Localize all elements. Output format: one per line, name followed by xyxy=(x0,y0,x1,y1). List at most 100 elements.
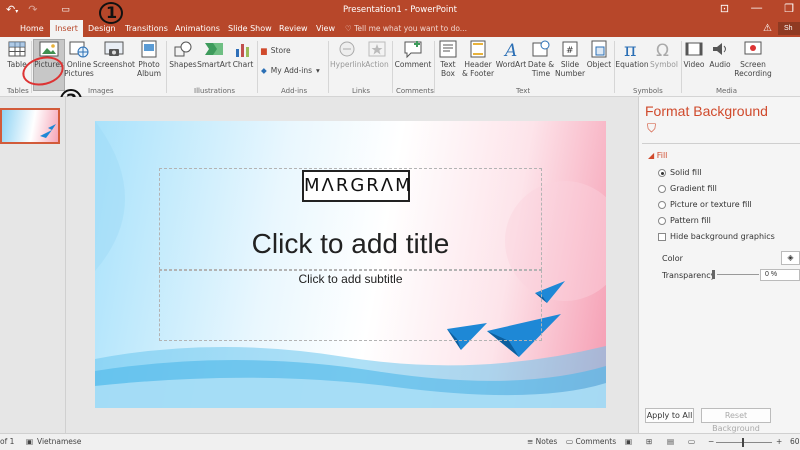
online-pictures-button[interactable]: Online Pictures xyxy=(64,39,94,85)
my-addins-icon: ◆ xyxy=(261,66,267,75)
share-button[interactable]: Sh xyxy=(778,22,800,35)
header-footer-button[interactable]: Header & Footer xyxy=(460,39,496,85)
color-label: Color xyxy=(662,254,683,263)
hide-background-graphics-checkbox[interactable]: Hide background graphics xyxy=(658,232,775,241)
speaker-icon xyxy=(713,43,726,55)
object-label: Object xyxy=(586,60,612,69)
tab-transitions[interactable]: Transitions xyxy=(125,20,168,37)
gradient-fill-option[interactable]: Gradient fill xyxy=(658,184,717,193)
apply-to-all-button[interactable]: Apply to All xyxy=(645,408,694,423)
equation-button[interactable]: π Equation xyxy=(615,39,649,85)
object-button[interactable]: Object xyxy=(586,39,612,85)
store-label: Store xyxy=(270,46,291,55)
photo-album-icon xyxy=(141,40,157,58)
screenshot-button[interactable]: Screenshot xyxy=(93,39,135,85)
language-icon[interactable]: ▣ xyxy=(26,437,33,446)
chevron-down-icon: ▾ xyxy=(316,66,320,75)
ribbon-separator xyxy=(392,41,393,93)
ribbon-display-options-icon[interactable]: ⊡ xyxy=(720,2,729,15)
zoom-in-icon[interactable]: + xyxy=(776,437,782,446)
date-time-icon xyxy=(532,40,550,57)
tab-review[interactable]: Review xyxy=(279,20,308,37)
color-picker-button[interactable]: ◈ xyxy=(781,251,800,265)
notes-button[interactable]: ≡ Notes xyxy=(527,437,557,446)
photo-album-label: Photo Album xyxy=(136,60,162,78)
pane-divider xyxy=(642,143,800,144)
solid-fill-option[interactable]: Solid fill xyxy=(658,168,702,177)
action-button[interactable]: Action xyxy=(364,39,390,85)
powerpoint-window: ↶▾ ↷ ▭ Presentation1 - PowerPoint ⊡ — ❐ … xyxy=(0,0,800,450)
fill-section-header[interactable]: ◢ Fill xyxy=(648,151,667,160)
tab-insert[interactable]: Insert xyxy=(50,20,83,37)
tab-animations[interactable]: Animations xyxy=(175,20,220,37)
slide-number-label: Slide Number xyxy=(555,60,586,78)
group-media-label: Media xyxy=(716,87,738,95)
paint-bucket-icon: ◈ xyxy=(787,253,794,262)
wordart-button[interactable]: A WordArt xyxy=(495,39,527,85)
zoom-level[interactable]: 60 xyxy=(790,437,800,446)
symbol-button[interactable]: Ω Symbol xyxy=(649,39,679,85)
shapes-button[interactable]: Shapes xyxy=(169,39,197,85)
transparency-slider-thumb[interactable] xyxy=(712,270,715,279)
photo-album-button[interactable]: Photo Album xyxy=(134,39,164,85)
group-addins-label: Add-ins xyxy=(281,87,308,95)
chart-icon xyxy=(236,44,249,57)
smartart-button[interactable]: SmartArt xyxy=(197,39,231,85)
transparency-slider-track[interactable] xyxy=(717,274,759,275)
smartart-icon xyxy=(205,43,223,55)
zoom-out-icon[interactable]: − xyxy=(708,437,714,446)
ribbon-separator xyxy=(166,41,167,93)
reading-view-icon[interactable]: ▤ xyxy=(667,437,674,446)
checkbox-icon xyxy=(658,232,666,241)
video-button[interactable]: Video xyxy=(682,39,706,85)
picture-texture-fill-option[interactable]: Picture or texture fill xyxy=(658,200,752,209)
reset-background-button[interactable]: Reset Background xyxy=(701,408,771,433)
slide-subtitle-text[interactable]: Click to add subtitle xyxy=(159,272,542,286)
comment-button[interactable]: Comment xyxy=(394,39,432,85)
slide-thumbnail[interactable] xyxy=(0,108,60,144)
normal-view-icon[interactable]: ▣ xyxy=(625,437,632,446)
comment-label: Comment xyxy=(394,60,432,69)
equation-pi-icon: π xyxy=(624,39,637,59)
ribbon-separator xyxy=(328,41,329,93)
object-icon xyxy=(591,40,607,58)
svg-text:A: A xyxy=(503,41,517,59)
tab-view[interactable]: View xyxy=(316,20,335,37)
symbol-omega-icon: Ω xyxy=(656,41,669,59)
ribbon-separator xyxy=(257,41,258,93)
zoom-slider-thumb[interactable] xyxy=(742,438,744,447)
chart-button[interactable]: Chart xyxy=(231,39,255,85)
date-time-button[interactable]: Date & Time xyxy=(527,39,555,85)
hyperlink-button[interactable]: Hyperlink xyxy=(330,39,366,85)
comments-button[interactable]: ▭ Comments xyxy=(566,437,616,446)
pane-title: Format Background xyxy=(645,103,768,119)
tab-slide-show[interactable]: Slide Show xyxy=(228,20,272,37)
slide-thumbnails-pane xyxy=(0,97,66,433)
svg-text:#: # xyxy=(566,46,574,56)
warning-icon[interactable]: ⚠ xyxy=(763,23,772,34)
pattern-fill-option[interactable]: Pattern fill xyxy=(658,216,711,225)
audio-button[interactable]: Audio xyxy=(707,39,733,85)
my-addins-button[interactable]: ◆ My Add-ins ▾ xyxy=(261,66,320,75)
text-box-button[interactable]: Text Box xyxy=(436,39,460,85)
transparency-input[interactable]: 0 % xyxy=(760,269,800,281)
radio-icon xyxy=(658,200,666,209)
lightbulb-icon: ♡ xyxy=(345,24,355,33)
tab-home[interactable]: Home xyxy=(20,20,44,37)
screen-recording-button[interactable]: Screen Recording xyxy=(733,39,773,85)
ribbon-tabs: Home Insert Design Transitions Animation… xyxy=(0,20,800,37)
tell-me-search[interactable]: ♡ Tell me what you want to do... xyxy=(345,24,467,33)
zoom-slider[interactable] xyxy=(716,442,772,443)
restore-icon[interactable]: ❐ xyxy=(784,2,794,15)
slide-number-button[interactable]: # Slide Number xyxy=(555,39,585,85)
slide-show-icon[interactable]: ▭ xyxy=(688,437,695,446)
store-button[interactable]: ▆ Store xyxy=(261,46,291,55)
paint-bucket-icon[interactable]: ⛉ xyxy=(647,121,656,136)
language-label[interactable]: Vietnamese xyxy=(37,437,81,446)
minimize-icon[interactable]: — xyxy=(751,2,762,15)
slide-sorter-icon[interactable]: ⊞ xyxy=(646,437,652,446)
group-symbols-label: Symbols xyxy=(633,87,663,95)
slide-title-text[interactable]: Click to add title xyxy=(159,228,542,260)
header-footer-icon xyxy=(470,40,486,58)
group-comments-label: Comments xyxy=(396,87,434,95)
